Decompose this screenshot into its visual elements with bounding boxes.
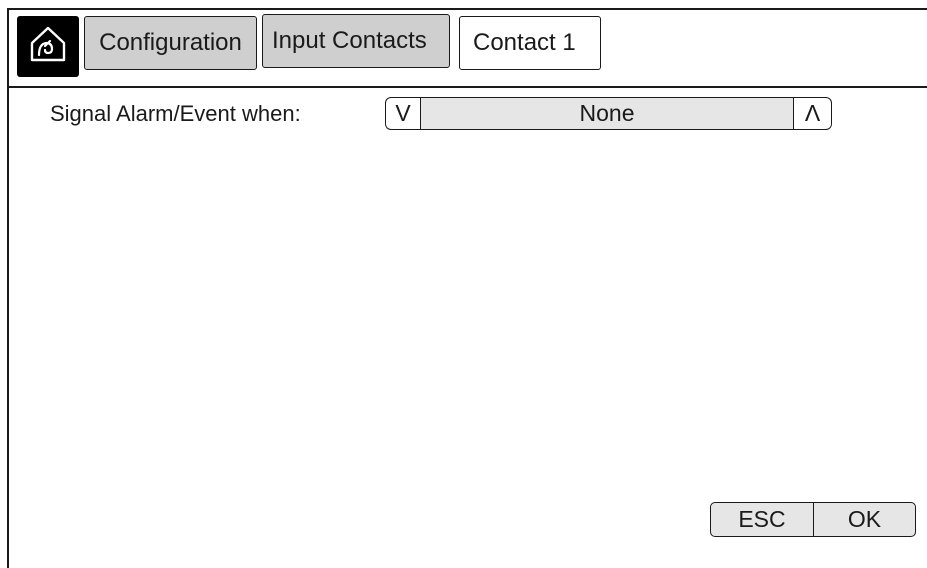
screen-frame bbox=[7, 8, 927, 568]
home-icon bbox=[26, 22, 70, 71]
tab-configuration[interactable]: Configuration bbox=[84, 16, 257, 70]
ok-button[interactable]: OK bbox=[813, 502, 916, 537]
tab-contact-1[interactable]: Contact 1 bbox=[459, 16, 601, 70]
tab-input-contacts[interactable]: Input Contacts bbox=[262, 14, 450, 68]
selector-down-button[interactable]: V bbox=[385, 97, 420, 130]
esc-button[interactable]: ESC bbox=[710, 502, 814, 537]
signal-alarm-label: Signal Alarm/Event when: bbox=[50, 101, 301, 126]
tab-bar: Configuration Input Contacts Contact 1 bbox=[9, 10, 927, 88]
selector-up-button[interactable]: Λ bbox=[794, 97, 832, 130]
dialog-buttons: ESC OK bbox=[710, 502, 916, 537]
home-button[interactable] bbox=[17, 16, 79, 77]
signal-selector: V None Λ bbox=[385, 97, 832, 130]
selector-value: None bbox=[420, 97, 794, 130]
